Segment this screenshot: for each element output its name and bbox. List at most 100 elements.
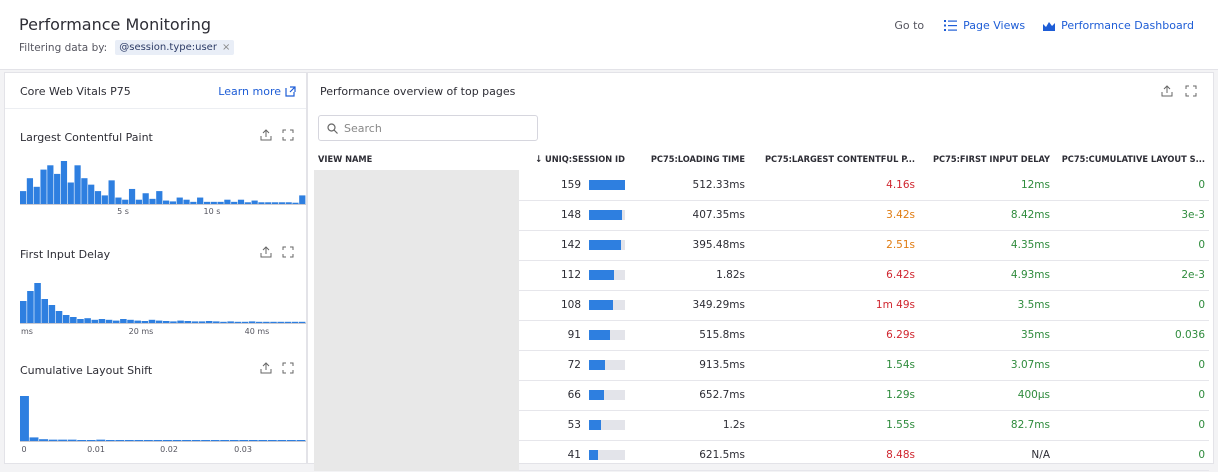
session-bar-fill: [589, 450, 599, 460]
histogram-bar: [20, 301, 27, 323]
histogram-bar: [40, 169, 47, 204]
learn-more-label: Learn more: [218, 85, 281, 98]
dashboard-icon: [1043, 21, 1056, 31]
session-bar: [589, 270, 625, 280]
cls-chart: Cumulative Layout Shift 0 0.01 0.02 0.03: [5, 339, 306, 464]
session-bar: [589, 450, 625, 460]
lcp-cell: 1.55s: [749, 410, 919, 441]
histogram-bar: [55, 311, 63, 323]
col-lcp-label: PC75:LARGEST CONTENTFUL P...: [765, 153, 915, 165]
col-session-id-label: UNIQ:SESSION ID: [545, 153, 625, 165]
table-row[interactable]: 53 1.2s 1.55s 82.7ms 0: [314, 410, 1209, 441]
expand-icon[interactable]: [1185, 85, 1197, 97]
session-count: 91: [567, 329, 581, 341]
view-name-cell[interactable]: [314, 350, 519, 381]
view-name-cell[interactable]: [314, 230, 519, 261]
table-row[interactable]: 72 913.5ms 1.54s 3.07ms 0: [314, 350, 1209, 381]
page-views-label: Page Views: [963, 19, 1026, 32]
table-row[interactable]: 41 621.5ms 8.48s N/A 0: [314, 440, 1209, 471]
cls-tick-0: 0: [21, 445, 27, 454]
session-bar-fill: [589, 179, 625, 190]
session-bar-fill: [589, 210, 623, 220]
session-cell: 66: [519, 380, 629, 411]
filter-remove-icon[interactable]: ×: [222, 42, 230, 53]
search-input[interactable]: Search: [318, 115, 538, 141]
export-icon[interactable]: [260, 246, 272, 258]
lcp-chart-actions: [260, 129, 294, 141]
export-icon[interactable]: [260, 129, 272, 141]
lcp-cell: 1.29s: [749, 380, 919, 411]
histogram-bar: [54, 173, 61, 204]
histogram-bar: [88, 184, 95, 204]
core-web-vitals-title: Core Web Vitals P75: [20, 85, 131, 98]
fid-cell: 8.42ms: [919, 200, 1054, 231]
loading-time-cell: 1.82s: [629, 260, 749, 291]
goto-links: Go to Page Views Performance Dashboard: [894, 19, 1194, 32]
cls-histogram: [20, 396, 306, 441]
histogram-bar: [108, 180, 115, 204]
expand-icon[interactable]: [282, 129, 294, 141]
cls-axis: [20, 441, 306, 442]
cls-cell: 0.036: [1054, 320, 1209, 351]
sort-arrow-icon: ↓: [535, 153, 543, 165]
page-title: Performance Monitoring: [19, 15, 212, 34]
filter-chip[interactable]: @session.type:user ×: [115, 40, 235, 55]
col-session-id[interactable]: ↓ UNIQ:SESSION ID: [519, 148, 629, 170]
cls-cell: 0: [1054, 170, 1209, 201]
table-row[interactable]: 66 652.7ms 1.29s 400µs 0: [314, 380, 1209, 411]
expand-icon[interactable]: [282, 246, 294, 258]
fid-tick-40ms: 40 ms: [244, 327, 270, 336]
histogram-bar: [47, 165, 54, 204]
loading-time-cell: 913.5ms: [629, 350, 749, 381]
page-views-link[interactable]: Page Views: [944, 19, 1025, 32]
view-name-cell[interactable]: [314, 410, 519, 441]
lcp-axis: [20, 204, 306, 205]
table-row[interactable]: 91 515.8ms 6.29s 35ms 0.036: [314, 320, 1209, 351]
session-cell: 159: [519, 170, 629, 201]
fid-cell: 12ms: [919, 170, 1054, 201]
lcp-cell: 1m 49s: [749, 290, 919, 321]
col-fid[interactable]: PC75:FIRST INPUT DELAY: [919, 148, 1054, 170]
col-loading-time[interactable]: PC75:LOADING TIME: [629, 148, 749, 170]
table-row[interactable]: 148 407.35ms 3.42s 8.42ms 3e-3: [314, 200, 1209, 231]
top-pages-panel: Performance overview of top pages Search…: [307, 72, 1214, 471]
histogram-bar: [34, 283, 41, 323]
session-bar-fill: [589, 300, 614, 310]
learn-more-link[interactable]: Learn more: [218, 85, 296, 98]
export-icon[interactable]: [260, 362, 272, 374]
table-row[interactable]: 142 395.48ms 2.51s 4.35ms 0: [314, 230, 1209, 261]
table-row[interactable]: 108 349.29ms 1m 49s 3.5ms 0: [314, 290, 1209, 321]
table-row[interactable]: 159 512.33ms 4.16s 12ms 0: [314, 170, 1209, 201]
cls-chart-actions: [260, 362, 294, 374]
session-bar: [589, 179, 625, 190]
export-icon[interactable]: [1161, 85, 1173, 97]
table-row[interactable]: 112 1.82s 6.42s 4.93ms 2e-3: [314, 260, 1209, 291]
lcp-cell: 1.54s: [749, 350, 919, 381]
view-name-cell[interactable]: [314, 170, 519, 201]
session-bar: [589, 240, 625, 250]
col-lcp[interactable]: PC75:LARGEST CONTENTFUL P...: [749, 148, 919, 170]
fid-cell: 35ms: [919, 320, 1054, 351]
view-name-cell[interactable]: [314, 320, 519, 351]
cls-tick-0.03: 0.03: [234, 445, 252, 454]
session-cell: 112: [519, 260, 629, 291]
col-cls[interactable]: PC75:CUMULATIVE LAYOUT S...: [1054, 148, 1209, 170]
external-link-icon: [285, 86, 296, 97]
cls-cell: 2e-3: [1054, 260, 1209, 291]
performance-dashboard-link[interactable]: Performance Dashboard: [1043, 19, 1194, 32]
cls-cell: 0: [1054, 410, 1209, 441]
view-name-cell[interactable]: [314, 380, 519, 411]
top-pages-actions: [1161, 85, 1197, 97]
view-name-cell[interactable]: [314, 290, 519, 321]
fid-tick-20ms: 20 ms: [128, 327, 154, 336]
view-name-cell[interactable]: [314, 260, 519, 291]
view-name-cell[interactable]: [314, 440, 519, 471]
expand-icon[interactable]: [282, 362, 294, 374]
view-name-cell[interactable]: [314, 200, 519, 231]
session-bar: [589, 330, 625, 340]
col-view-name[interactable]: VIEW NAME: [314, 148, 519, 170]
session-bar: [589, 210, 625, 220]
session-count: 72: [567, 359, 581, 371]
session-cell: 108: [519, 290, 629, 321]
histogram-bar: [62, 315, 70, 323]
